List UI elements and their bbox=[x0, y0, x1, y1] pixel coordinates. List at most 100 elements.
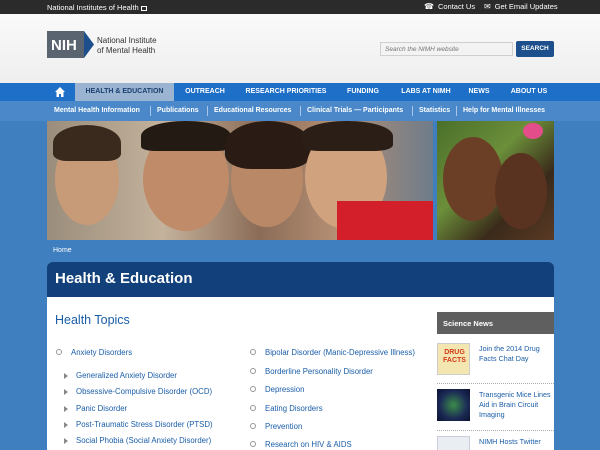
topic-label: Borderline Personality Disorder bbox=[265, 367, 373, 376]
circle-bullet-icon bbox=[250, 386, 256, 392]
subtopic-label: Generalized Anxiety Disorder bbox=[76, 371, 177, 380]
content-panel: Health Topics Anxiety Disorders Generali… bbox=[47, 297, 554, 450]
child-hair bbox=[53, 125, 121, 161]
search-input[interactable] bbox=[380, 42, 513, 56]
nav-about-us[interactable]: ABOUT US bbox=[503, 83, 555, 101]
topic-item[interactable]: Borderline Personality Disorder bbox=[250, 367, 373, 376]
news-item-transgenic-mice[interactable]: Transgenic Mice Lines Aid in Brain Circu… bbox=[437, 389, 554, 423]
subnav-statistics[interactable]: Statistics bbox=[419, 101, 450, 121]
email-updates-link[interactable]: ✉ Get Email Updates bbox=[484, 2, 558, 11]
news-item-drug-facts[interactable]: DRUG FACTS Join the 2014 Drug Facts Chat… bbox=[437, 343, 554, 377]
contact-us-link[interactable]: ☎ Contact Us bbox=[424, 2, 475, 11]
news-divider bbox=[437, 383, 554, 384]
news-item-twitter[interactable]: NIMH Hosts Twitter bbox=[437, 436, 554, 450]
health-topics-title: Health Topics bbox=[55, 313, 130, 327]
news-divider bbox=[437, 430, 554, 431]
subnav-divider bbox=[150, 106, 151, 116]
thumb-text: DRUG FACTS bbox=[443, 349, 466, 364]
topic-label: Eating Disorders bbox=[265, 404, 323, 413]
nav-labs-at-nimh[interactable]: LABS AT NIMH bbox=[394, 83, 458, 101]
news-headline: NIMH Hosts Twitter bbox=[479, 437, 541, 446]
nih-home-link[interactable]: National Institutes of Health bbox=[47, 3, 147, 12]
topic-label: Research on HIV & AIDS bbox=[265, 440, 352, 449]
subtopic-item[interactable]: Post-Traumatic Stress Disorder (PTSD) bbox=[64, 420, 213, 429]
subtopic-label: Post-Traumatic Stress Disorder (PTSD) bbox=[76, 420, 213, 429]
subnav-publications[interactable]: Publications bbox=[157, 101, 199, 121]
logo-line-1: National Institute bbox=[97, 36, 157, 45]
main-nav: HEALTH & EDUCATION OUTREACH RESEARCH PRI… bbox=[0, 83, 600, 101]
subnav-mental-health-info[interactable]: Mental Health Information bbox=[54, 101, 140, 121]
triangle-bullet-icon bbox=[64, 421, 68, 428]
subtopic-label: Social Phobia (Social Anxiety Disorder) bbox=[76, 436, 212, 445]
topic-item[interactable]: Prevention bbox=[250, 422, 302, 431]
nih-link-label: National Institutes of Health bbox=[47, 3, 139, 12]
topic-item[interactable]: Anxiety Disorders bbox=[56, 348, 132, 357]
circle-bullet-icon bbox=[250, 423, 256, 429]
subtopic-item[interactable]: Obsessive-Compulsive Disorder (OCD) bbox=[64, 387, 212, 396]
topic-item[interactable]: Depression bbox=[250, 385, 304, 394]
page-title: Health & Education bbox=[55, 270, 193, 287]
nav-news[interactable]: NEWS bbox=[463, 83, 495, 101]
nav-funding[interactable]: FUNDING bbox=[340, 83, 386, 101]
site-header: NIH National Institute of Mental Health … bbox=[0, 14, 600, 83]
svg-text:NIH: NIH bbox=[51, 37, 77, 54]
home-nav-button[interactable] bbox=[47, 83, 73, 101]
family-photo bbox=[47, 121, 433, 240]
subtopic-item[interactable]: Panic Disorder bbox=[64, 404, 127, 413]
subnav-divider bbox=[300, 106, 301, 116]
daughter-face bbox=[495, 153, 547, 229]
circle-bullet-icon bbox=[250, 441, 256, 447]
mother-daughter-photo bbox=[437, 121, 554, 240]
logo-text: National Institute of Mental Health bbox=[97, 36, 177, 56]
red-shirt bbox=[337, 201, 433, 240]
phone-icon: ☎ bbox=[424, 2, 434, 11]
envelope-icon: ✉ bbox=[484, 2, 491, 11]
search-button[interactable]: SEARCH bbox=[516, 41, 554, 57]
nav-outreach[interactable]: OUTREACH bbox=[180, 83, 230, 101]
subnav-divider bbox=[412, 106, 413, 116]
circle-bullet-icon bbox=[56, 349, 62, 355]
subtopic-label: Panic Disorder bbox=[76, 404, 128, 413]
topic-item[interactable]: Research on HIV & AIDS bbox=[250, 440, 352, 449]
nih-logo-mark: NIH bbox=[47, 31, 94, 58]
triangle-bullet-icon bbox=[64, 437, 68, 444]
subtopic-item[interactable]: Generalized Anxiety Disorder bbox=[64, 371, 177, 380]
circle-bullet-icon bbox=[250, 405, 256, 411]
hero-banner bbox=[47, 121, 554, 240]
subtopic-item[interactable]: Social Phobia (Social Anxiety Disorder) bbox=[64, 436, 211, 445]
topic-label: Bipolar Disorder (Manic-Depressive Illne… bbox=[265, 348, 415, 357]
mother-face bbox=[443, 137, 503, 221]
topic-label: Prevention bbox=[265, 422, 303, 431]
topic-label: Anxiety Disorders bbox=[71, 348, 133, 357]
triangle-bullet-icon bbox=[64, 405, 68, 412]
topic-item[interactable]: Bipolar Disorder (Manic-Depressive Illne… bbox=[250, 348, 415, 357]
subnav-educational-resources[interactable]: Educational Resources bbox=[214, 101, 291, 121]
twitter-thumbnail bbox=[437, 436, 470, 450]
science-news-heading: Science News bbox=[437, 312, 554, 334]
circle-bullet-icon bbox=[250, 368, 256, 374]
triangle-bullet-icon bbox=[64, 372, 68, 379]
drug-facts-thumbnail: DRUG FACTS bbox=[437, 343, 470, 375]
breadcrumb[interactable]: Home bbox=[53, 247, 72, 254]
nav-research-priorities[interactable]: RESEARCH PRIORITIES bbox=[240, 83, 332, 101]
triangle-bullet-icon bbox=[64, 388, 68, 395]
flower bbox=[523, 123, 543, 139]
boy-hair bbox=[301, 121, 393, 151]
page-title-bar: Health & Education bbox=[47, 262, 554, 297]
subnav-help-mental-illness[interactable]: Help for Mental Illnesses bbox=[463, 101, 545, 121]
sub-nav: Mental Health Information Publications E… bbox=[0, 101, 600, 121]
external-link-icon bbox=[140, 5, 147, 11]
contact-label: Contact Us bbox=[437, 2, 476, 11]
topic-item[interactable]: Eating Disorders bbox=[250, 404, 323, 413]
nav-health-education[interactable]: HEALTH & EDUCATION bbox=[75, 83, 174, 101]
subtopic-label: Obsessive-Compulsive Disorder (OCD) bbox=[76, 387, 213, 396]
subnav-clinical-trials[interactable]: Clinical Trials — Participants bbox=[307, 101, 403, 121]
logo-line-2: of Mental Health bbox=[97, 46, 156, 55]
subnav-divider bbox=[456, 106, 457, 116]
email-label: Get Email Updates bbox=[494, 2, 558, 11]
news-headline: Transgenic Mice Lines Aid in Brain Circu… bbox=[479, 390, 551, 419]
utility-bar: National Institutes of Health ☎ Contact U… bbox=[0, 0, 600, 14]
subnav-divider bbox=[207, 106, 208, 116]
news-headline: Join the 2014 Drug Facts Chat Day bbox=[479, 344, 540, 363]
woman-hair bbox=[225, 121, 311, 169]
